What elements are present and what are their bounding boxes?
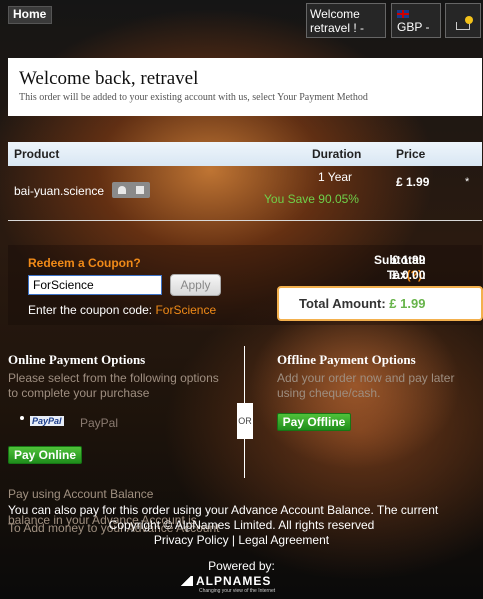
account-balance-title: Pay using Account Balance xyxy=(8,487,154,501)
online-payment-text: Please select from the following options… xyxy=(8,371,219,401)
username-label: retravel ! - xyxy=(310,21,365,35)
welcome-panel: Welcome back, retravel This order will b… xyxy=(8,58,482,116)
apply-coupon-button[interactable]: Apply xyxy=(170,274,221,296)
total-amount-box: Total Amount: £ 1.99 xyxy=(277,286,483,321)
offline-payment-text: Add your order now and pay later using c… xyxy=(277,371,454,401)
online-payment-title: Online Payment Options xyxy=(8,352,146,367)
coupon-input[interactable] xyxy=(28,275,162,295)
or-divider-label: OR xyxy=(237,403,253,439)
total-value: £ 1.99 xyxy=(389,296,426,311)
logo-wordmark: ALPNAMES xyxy=(181,574,281,588)
coupon-title: Redeem a Coupon? xyxy=(28,256,141,270)
page-subtitle: This order will be added to your existin… xyxy=(19,92,368,103)
footer-links: Privacy Policy | Legal Agreement xyxy=(0,533,483,547)
online-text-line1: Please select from the following options xyxy=(8,371,219,385)
remove-item-button[interactable]: * xyxy=(465,176,469,188)
domain-name: bai-yuan.science xyxy=(14,184,105,198)
powered-by-text: Powered by: xyxy=(208,559,275,573)
total-label: Total Amount: xyxy=(299,296,386,311)
coupon-hint-text: Enter the coupon code: xyxy=(28,303,153,317)
offline-text-line1: Add your order now and pay later xyxy=(277,371,455,385)
pay-offline-button[interactable]: Pay Offline xyxy=(277,413,351,431)
alpnames-logo[interactable]: ALPNAMES Changing your view of the Inter… xyxy=(181,574,281,594)
col-product: Product xyxy=(14,147,60,161)
offline-text-line2: using cheque/cash. xyxy=(277,386,381,400)
domain-actions[interactable] xyxy=(112,182,150,198)
pay-online-button[interactable]: Pay Online xyxy=(8,446,82,464)
paypal-logo-icon: PayPal xyxy=(30,416,64,426)
logo-name: ALPNAMES xyxy=(196,574,272,588)
uk-flag-icon xyxy=(397,10,409,18)
row-divider xyxy=(8,220,482,221)
savings-text: You Save 90.05% xyxy=(264,192,359,206)
price-value: £ 1.99 xyxy=(396,175,430,189)
currency-label: GBP - xyxy=(397,20,430,34)
copyright-text: Copyright © AlpNames Limited. All rights… xyxy=(108,518,375,532)
paypal-label: PayPal xyxy=(80,416,119,430)
user-menu-dropdown[interactable]: Welcome retravel ! - xyxy=(306,3,386,38)
coupon-hint: Enter the coupon code: ForScience xyxy=(28,303,216,317)
online-text-line2: to complete your purchase xyxy=(8,386,150,400)
order-table-header: Product Duration Price xyxy=(8,142,482,166)
home-label: Home xyxy=(13,7,47,21)
col-duration: Duration xyxy=(312,147,362,161)
currency-dropdown[interactable]: GBP - xyxy=(391,3,441,38)
paypal-radio[interactable] xyxy=(20,416,24,420)
details-icon[interactable] xyxy=(136,186,144,194)
user-icon[interactable] xyxy=(118,186,126,194)
coupon-hint-code: ForScience xyxy=(155,303,217,317)
home-nav-button[interactable]: Home xyxy=(8,6,52,24)
privacy-policy-link[interactable]: Privacy Policy xyxy=(154,533,229,547)
footer-separator: | xyxy=(228,533,239,547)
cart-count-badge xyxy=(465,16,473,24)
table-row: bai-yuan.science 1 Year You Save 90.05% … xyxy=(8,166,482,221)
cart-button[interactable] xyxy=(445,3,481,38)
subtotal-value: £ 1.99 xyxy=(392,253,426,267)
legal-agreement-link[interactable]: Legal Agreement xyxy=(238,533,329,547)
tax-value: £ 0.00 xyxy=(392,268,426,282)
col-price: Price xyxy=(396,147,426,161)
welcome-label: Welcome xyxy=(310,7,360,21)
logo-tagline: Changing your view of the Internet xyxy=(199,588,276,594)
logo-mountain-icon xyxy=(181,576,193,586)
totals-values: £ 1.99 £ 0.00 xyxy=(392,253,425,283)
duration-value: 1 Year xyxy=(318,170,353,184)
offline-payment-title: Offline Payment Options xyxy=(277,352,416,367)
page-title: Welcome back, retravel xyxy=(19,68,199,89)
